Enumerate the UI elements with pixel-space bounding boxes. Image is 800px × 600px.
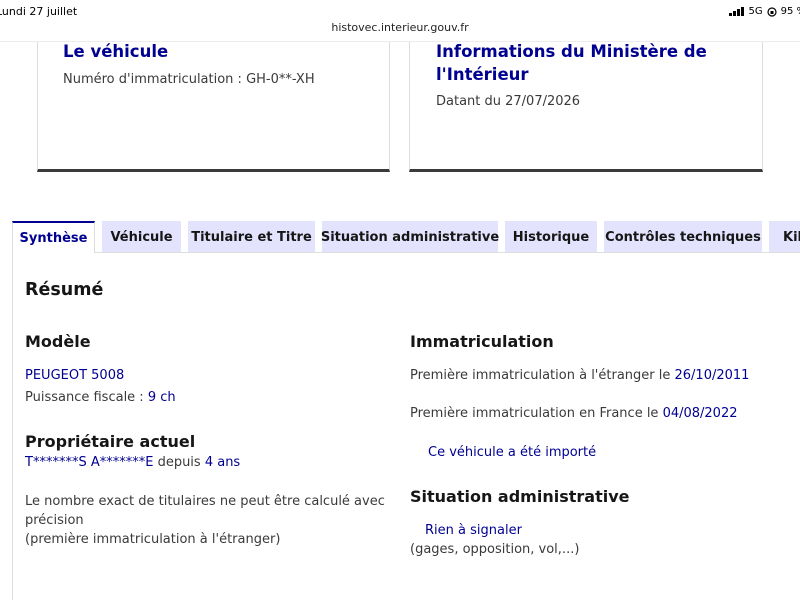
france-registration: Première immatriculation en France le 04… <box>410 404 738 423</box>
foreign-registration-label: Première immatriculation à l'étranger le <box>410 368 675 383</box>
summary-heading: Résumé <box>25 280 104 300</box>
panel-border <box>12 253 13 600</box>
status-date: Lundi 27 juillet <box>0 5 78 18</box>
tab-historique[interactable]: Historique <box>505 221 597 253</box>
plate-number-label: Numéro d'immatriculation : GH-0**-XH <box>63 72 315 87</box>
owner-heading: Propriétaire actuel <box>25 432 196 451</box>
ministry-card-title: Informations du Ministère de l'Intérieur <box>436 40 736 86</box>
foreign-registration: Première immatriculation à l'étranger le… <box>410 366 749 385</box>
url-bar[interactable]: histovec.interieur.gouv.fr <box>0 21 800 41</box>
fiscal-power-label: Puissance fiscale : <box>25 390 148 405</box>
owner-name: T*******S A*******E <box>25 455 154 470</box>
france-registration-label: Première immatriculation en France le <box>410 406 663 421</box>
model-name: PEUGEOT 5008 <box>25 368 125 383</box>
owner-line: T*******S A*******E depuis 4 ans <box>25 453 240 472</box>
tab-titulaire-et-titre[interactable]: Titulaire et Titre <box>188 221 315 253</box>
france-registration-date: 04/08/2022 <box>662 406 738 421</box>
histovec-page: Lundi 27 juillet 5G 95 % histovec.interi… <box>0 0 800 600</box>
admin-status-heading: Situation administrative <box>410 487 630 506</box>
cellular-signal-icon <box>729 7 745 16</box>
owner-duration: 4 ans <box>204 455 241 470</box>
tab-kilometrage[interactable]: Kilo <box>769 221 800 253</box>
tab-bar-underline <box>95 252 800 253</box>
vehicle-card-title: Le véhicule <box>63 42 169 61</box>
fiscal-power: Puissance fiscale : 9 ch <box>25 388 176 407</box>
imported-vehicle-link[interactable]: Ce véhicule a été importé <box>428 443 596 462</box>
battery-level: 95 % <box>780 6 800 17</box>
ministry-card: Informations du Ministère de l'Intérieur… <box>409 42 763 172</box>
owner-count-note-line-1: Le nombre exact de titulaires ne peut êt… <box>25 494 385 509</box>
ministry-title-line-1: Informations du Ministère de <box>436 42 707 61</box>
network-type: 5G <box>748 6 763 17</box>
nothing-to-report-link[interactable]: Rien à signaler <box>425 521 522 540</box>
foreign-registration-date: 26/10/2011 <box>674 368 750 383</box>
fiscal-power-value: 9 ch <box>147 390 176 405</box>
data-date-label: Datant du 27/07/2026 <box>436 94 581 109</box>
vehicle-card: Le véhicule Numéro d'immatriculation : G… <box>37 42 390 172</box>
tab-situation-administrative[interactable]: Situation administrative <box>321 221 499 253</box>
orientation-lock-icon <box>766 6 777 17</box>
tab-controles-techniques[interactable]: Contrôles techniques <box>604 221 762 253</box>
tab-vehicule[interactable]: Véhicule <box>102 221 181 253</box>
tab-bar: Synthèse Véhicule Titulaire et Titre Sit… <box>0 221 800 253</box>
admin-status-details: (gages, opposition, vol,...) <box>410 542 580 557</box>
owner-count-note-line-3: (première immatriculation à l'étranger) <box>25 532 281 547</box>
owner-since-word: depuis <box>153 455 205 470</box>
owner-count-note-line-2: précision <box>25 513 84 528</box>
tab-synthese[interactable]: Synthèse <box>12 221 95 253</box>
model-heading: Modèle <box>25 332 91 351</box>
status-indicators: 5G 95 % <box>729 6 800 17</box>
ministry-title-line-2: l'Intérieur <box>436 65 529 84</box>
registration-heading: Immatriculation <box>410 332 554 351</box>
